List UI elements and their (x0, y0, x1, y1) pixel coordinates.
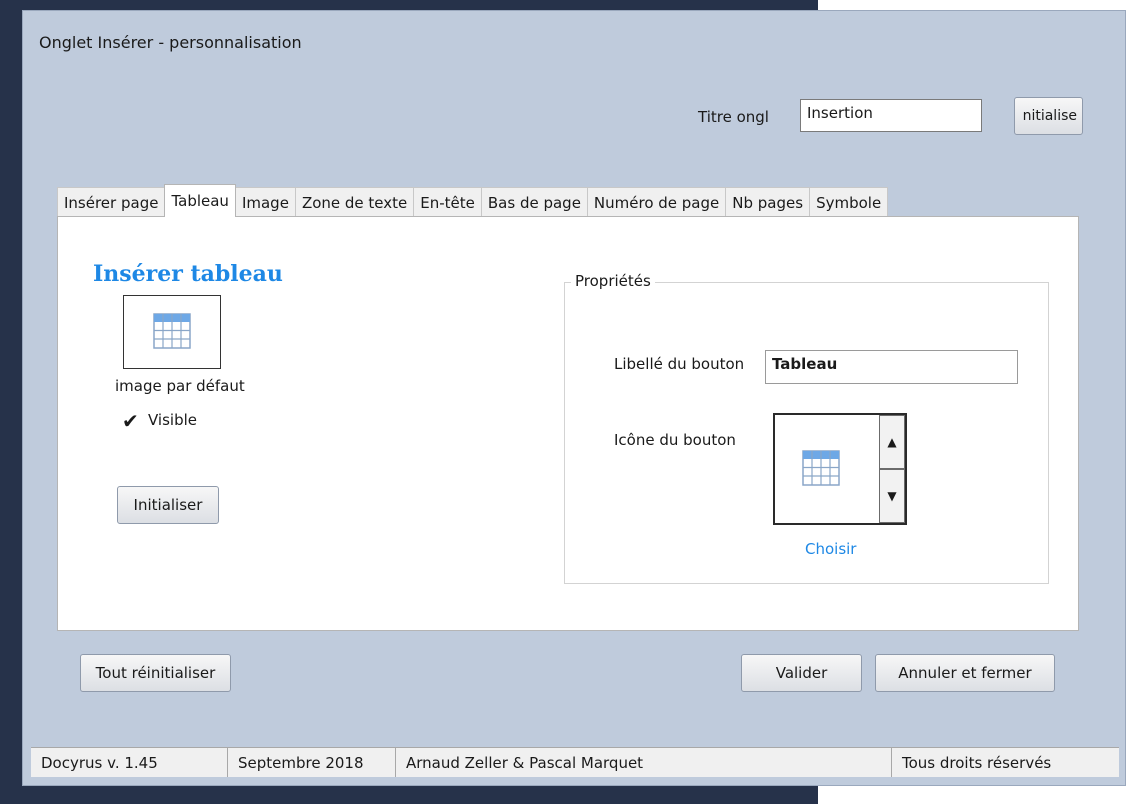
triangle-down-icon: ▼ (887, 489, 897, 503)
table-icon (802, 450, 840, 486)
properties-group: Propriétés Libellé du bouton Tableau Icô… (564, 272, 1049, 584)
cancel-close-button[interactable]: Annuler et fermer (875, 654, 1055, 692)
tab-symbole[interactable]: Symbole (809, 187, 889, 217)
tab-nb-pages[interactable]: Nb pages (725, 187, 811, 217)
initialise-button[interactable]: nitialise (1014, 97, 1083, 135)
tab-en-tete[interactable]: En-tête (413, 187, 482, 217)
visible-checkbox[interactable]: ✔ (122, 409, 139, 433)
tab-image[interactable]: Image (234, 187, 296, 217)
status-bar: Docyrus v. 1.45 Septembre 2018 Arnaud Ze… (31, 747, 1119, 777)
button-label-input[interactable]: Tableau (765, 350, 1018, 384)
background-dark-bottom (0, 786, 818, 804)
background-dark-top (0, 0, 818, 10)
default-image-caption: image par défaut (115, 377, 245, 395)
window-title: Onglet Insérer - personnalisation (39, 33, 302, 52)
tab-panel-tableau: Insérer tableau image par défaut ✔ Visib… (57, 216, 1079, 631)
reset-all-button[interactable]: Tout réinitialiser (80, 654, 231, 692)
status-version: Docyrus v. 1.45 (31, 748, 228, 777)
tab-tableau[interactable]: Tableau (164, 184, 236, 217)
dialog-window: Onglet Insérer - personnalisation Titre … (22, 10, 1126, 786)
button-icon-preview[interactable]: ▲ ▼ (773, 413, 907, 525)
choose-link[interactable]: Choisir (805, 540, 856, 558)
visible-label: Visible (148, 411, 197, 429)
spin-down-button[interactable]: ▼ (879, 469, 905, 523)
tab-bas-de-page[interactable]: Bas de page (480, 187, 588, 217)
panel-title: Insérer tableau (93, 261, 283, 287)
tab-title-label: Titre ongl (698, 108, 769, 126)
tab-title-input[interactable]: Insertion (800, 99, 982, 132)
initialiser-button[interactable]: Initialiser (117, 486, 219, 524)
triangle-up-icon: ▲ (887, 435, 897, 449)
status-authors: Arnaud Zeller & Pascal Marquet (396, 748, 892, 777)
properties-legend: Propriétés (571, 272, 655, 290)
button-label-label: Libellé du bouton (614, 355, 745, 373)
status-rights: Tous droits réservés (902, 753, 1052, 772)
default-image-preview[interactable] (123, 295, 221, 369)
button-icon-label: Icône du bouton (614, 431, 736, 449)
validate-button[interactable]: Valider (741, 654, 862, 692)
tab-zone-de-texte[interactable]: Zone de texte (294, 187, 415, 217)
background-dark-left (0, 0, 22, 804)
status-date: Septembre 2018 (228, 748, 396, 777)
tab-inserer-page[interactable]: Insérer page (57, 187, 166, 217)
spin-up-button[interactable]: ▲ (879, 415, 905, 469)
table-icon (153, 313, 191, 349)
tab-bar: Insérer page Tableau Image Zone de texte… (57, 184, 889, 217)
tab-numero-de-page[interactable]: Numéro de page (586, 187, 727, 217)
